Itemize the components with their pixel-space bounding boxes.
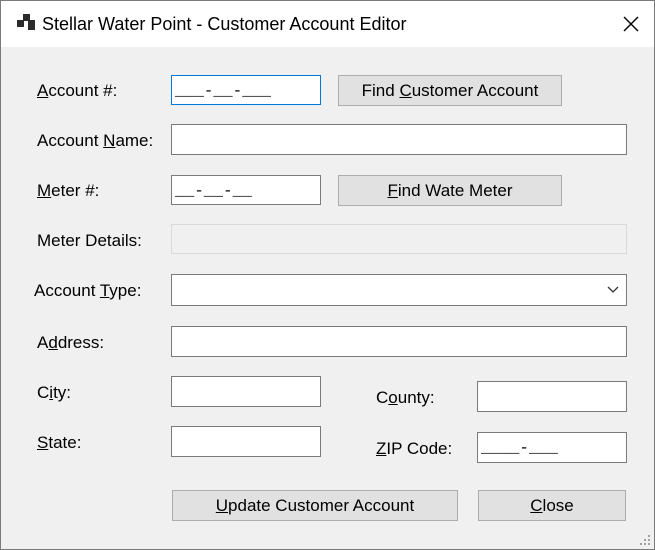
app-window-icon (17, 14, 35, 30)
meter-number-label: Meter #: (37, 181, 100, 200)
account-number-label: Account #: (37, 81, 118, 100)
account-number-input[interactable]: ___-__-___ (171, 75, 321, 105)
close-icon (623, 16, 639, 32)
county-input[interactable] (477, 381, 627, 412)
city-label: City: (37, 383, 72, 402)
find-customer-account-button[interactable]: Find Customer Account (338, 75, 562, 106)
zip-code-label: ZIP Code: (376, 439, 453, 458)
close-window-button[interactable] (609, 6, 653, 42)
update-customer-account-button[interactable]: Update Customer Account (172, 490, 458, 521)
state-input[interactable] (171, 426, 321, 457)
address-input[interactable] (171, 326, 627, 357)
title-bar[interactable]: Stellar Water Point - Customer Account E… (1, 1, 654, 47)
account-type-select[interactable] (171, 274, 627, 306)
zip-code-input[interactable]: ____-___ (477, 432, 627, 463)
account-name-input[interactable] (171, 124, 627, 155)
account-type-label: Account Type: (34, 281, 142, 300)
meter-details-label: Meter Details: (37, 231, 142, 250)
city-input[interactable] (171, 376, 321, 407)
meter-number-input[interactable]: __-__-__ (171, 175, 321, 205)
find-water-meter-button[interactable]: Find Wate Meter (338, 175, 562, 206)
county-label: County: (376, 388, 435, 407)
customer-account-editor-window: Stellar Water Point - Customer Account E… (0, 0, 655, 550)
resize-grip-icon[interactable] (639, 534, 651, 546)
close-button[interactable]: Close (478, 490, 626, 521)
meter-details-field (171, 224, 627, 254)
chevron-down-icon (607, 286, 619, 293)
account-name-label: Account Name: (37, 131, 154, 150)
state-label: State: (37, 433, 82, 452)
address-label: Address: (37, 333, 105, 352)
window-title: Stellar Water Point - Customer Account E… (42, 14, 407, 34)
